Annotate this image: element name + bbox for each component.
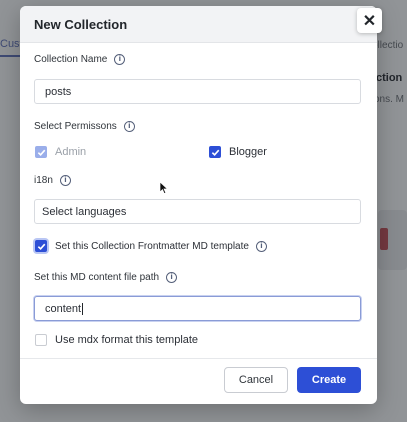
- collection-name-input[interactable]: posts: [34, 79, 361, 104]
- frontmatter-template-checkbox[interactable]: [35, 240, 47, 252]
- content-path-label-text: Set this MD content file path: [34, 272, 160, 283]
- checkmark-icon: [211, 149, 219, 156]
- collection-name-value: posts: [45, 85, 72, 98]
- info-icon[interactable]: i: [114, 54, 126, 65]
- close-icon: ✕: [362, 12, 377, 30]
- info-icon[interactable]: i: [255, 240, 267, 252]
- collection-name-label: Collection Name i: [34, 54, 126, 65]
- content-path-input[interactable]: content: [34, 296, 361, 321]
- new-collection-modal: New Collection Collection Name i posts S…: [20, 6, 377, 404]
- mdx-format-label: Use mdx format this template: [55, 334, 199, 346]
- create-button[interactable]: Create: [297, 367, 361, 393]
- frontmatter-template-option[interactable]: Set this Collection Frontmatter MD templ…: [35, 240, 267, 252]
- cancel-button[interactable]: Cancel: [224, 367, 288, 393]
- i18n-label-text: i18n: [34, 175, 53, 186]
- info-icon[interactable]: i: [59, 175, 71, 186]
- language-select-placeholder: Select languages: [42, 205, 127, 218]
- blogger-label: Blogger: [229, 146, 267, 158]
- permission-blogger[interactable]: Blogger: [209, 146, 267, 158]
- permission-admin[interactable]: Admin: [35, 146, 86, 158]
- permissions-label: Select Permissons i: [34, 121, 135, 132]
- checkmark-icon: [37, 243, 45, 250]
- modal-title: New Collection: [34, 17, 128, 32]
- info-icon[interactable]: i: [166, 272, 178, 283]
- admin-label: Admin: [55, 146, 87, 158]
- checkmark-icon: [37, 149, 45, 156]
- mdx-format-checkbox[interactable]: [35, 334, 47, 346]
- content-path-value: content: [45, 302, 82, 315]
- frontmatter-template-label: Set this Collection Frontmatter MD templ…: [55, 240, 249, 252]
- mdx-format-option[interactable]: Use mdx format this template: [35, 334, 198, 346]
- info-icon[interactable]: i: [123, 121, 135, 132]
- modal-header: New Collection: [20, 6, 377, 43]
- collection-name-label-text: Collection Name: [34, 54, 108, 65]
- footer-divider: [20, 358, 377, 359]
- admin-checkbox[interactable]: [35, 146, 47, 158]
- text-caret: [82, 302, 84, 315]
- close-button[interactable]: ✕: [357, 8, 382, 33]
- i18n-label: i18n i: [34, 175, 71, 186]
- blogger-checkbox[interactable]: [209, 146, 221, 158]
- permissions-label-text: Select Permissons: [34, 121, 117, 132]
- mouse-pointer-icon: [159, 181, 169, 195]
- language-select[interactable]: Select languages: [34, 199, 361, 224]
- content-path-label: Set this MD content file path i: [34, 272, 178, 283]
